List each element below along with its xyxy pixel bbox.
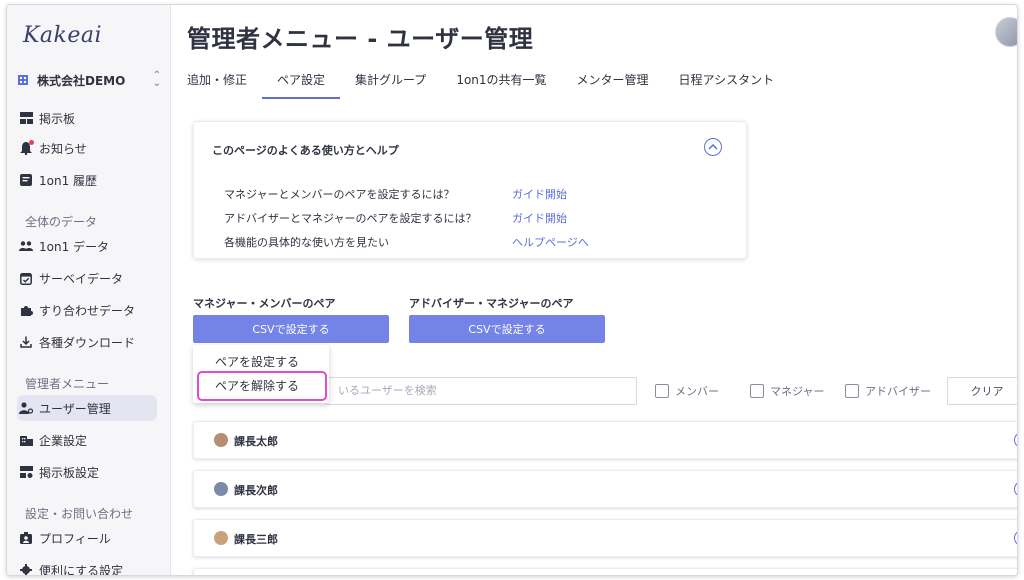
building-icon <box>17 74 29 86</box>
user-name: 課長次郎 <box>234 484 278 497</box>
help-question: アドバイザーとマネジャーのペアを設定するには？ <box>224 212 477 225</box>
profile-icon <box>19 531 33 545</box>
sidebar-item-convenient-settings[interactable]: 便利にする設定 <box>17 557 157 575</box>
section-admin-menu: 管理者メニュー <box>25 377 110 391</box>
user-row[interactable] <box>193 568 1017 575</box>
manager-member-csv-button[interactable]: CSVで設定する <box>193 315 389 343</box>
company-icon <box>19 433 33 447</box>
sidebar-item-board-settings[interactable]: 掲示板設定 <box>17 459 157 485</box>
download-icon <box>19 335 33 349</box>
filter-member-checkbox[interactable]: メンバー <box>655 383 719 399</box>
tab-1on1-sharing[interactable]: 1on1の共有一覧 <box>441 67 561 101</box>
section-settings-contact: 設定・お問い合わせ <box>25 507 134 521</box>
help-link-help-page[interactable]: ヘルプページへ <box>512 234 589 250</box>
people-icon <box>19 239 33 253</box>
help-card: このページのよくある使い方とヘルプ マネジャーとメンバーのペアを設定するには？ … <box>193 121 747 259</box>
avatar <box>214 531 228 545</box>
tab-add-edit[interactable]: 追加・修正 <box>187 67 262 101</box>
help-link-guide-start[interactable]: ガイド開始 <box>512 210 567 226</box>
company-name: 株式会社DEMO <box>37 73 126 88</box>
help-question: マネジャーとメンバーのペアを設定するには？ <box>224 188 455 201</box>
expand-icon[interactable] <box>1014 432 1017 448</box>
help-link-guide-start[interactable]: ガイド開始 <box>512 186 567 202</box>
puzzle-icon <box>19 303 33 317</box>
bell-icon <box>19 140 34 155</box>
user-name: 課長太郎 <box>234 435 278 448</box>
user-name: 課長三郎 <box>234 533 278 546</box>
tab-pair-settings[interactable]: ペア設定 <box>262 67 341 101</box>
expand-icon[interactable] <box>1014 481 1017 497</box>
user-row[interactable]: 課長太郎 <box>193 421 1017 459</box>
user-row[interactable]: 課長次郎 <box>193 470 1017 508</box>
sidebar-item-profile[interactable]: プロフィール <box>17 525 157 551</box>
sidebar-item-board[interactable]: 掲示板 <box>17 105 157 131</box>
sidebar-item-user-management[interactable]: ユーザー管理 <box>17 395 157 421</box>
help-title: このページのよくある使い方とヘルプ <box>212 144 399 157</box>
advisor-manager-csv-button[interactable]: CSVで設定する <box>409 315 605 343</box>
sidebar-item-1on1-data[interactable]: 1on1 データ <box>17 233 157 259</box>
filter-advisor-checkbox[interactable]: アドバイザー <box>845 383 931 399</box>
tab-aggregation-groups[interactable]: 集計グループ <box>340 67 441 101</box>
tab-schedule-assistant[interactable]: 日程アシスタント <box>664 67 790 101</box>
user-row[interactable]: 課長三郎 <box>193 519 1017 557</box>
app-window: Kakeai 株式会社DEMO ⌃ ⌄ 掲示板 お知らせ 1on1 履歴 全体のデ… <box>6 4 1018 576</box>
menu-item-set-pair[interactable]: ペアを設定する <box>215 353 299 370</box>
collapse-button[interactable] <box>704 138 722 156</box>
board-settings-icon <box>19 465 33 479</box>
settings-icon <box>19 563 33 575</box>
sidebar-item-company-settings[interactable]: 企業設定 <box>17 427 157 453</box>
section-all-data: 全体のデータ <box>25 215 98 229</box>
app-logo[interactable]: Kakeai <box>23 23 102 48</box>
tab-mentor-management[interactable]: メンター管理 <box>562 67 664 101</box>
sidebar-item-history[interactable]: 1on1 履歴 <box>17 167 157 193</box>
calendar-check-icon <box>19 271 33 285</box>
user-avatar[interactable] <box>995 17 1017 47</box>
highlight-box <box>197 371 327 401</box>
sidebar-item-alignment-data[interactable]: すり合わせデータ <box>17 297 157 323</box>
user-manage-icon <box>19 401 33 415</box>
updown-chevron-icon: ⌃ ⌄ <box>152 70 161 89</box>
filter-manager-checkbox[interactable]: マネジャー <box>750 383 824 399</box>
expand-icon[interactable] <box>1014 530 1017 546</box>
help-question: 各機能の具体的な使い方を見たい <box>224 236 389 249</box>
manager-member-pair-label: マネジャー・メンバーのペア <box>193 297 336 310</box>
avatar <box>214 433 228 447</box>
sidebar-item-news[interactable]: お知らせ <box>17 135 157 161</box>
sidebar: Kakeai 株式会社DEMO ⌃ ⌄ 掲示板 お知らせ 1on1 履歴 全体のデ… <box>7 5 171 575</box>
clear-button[interactable]: クリア <box>947 377 1017 405</box>
avatar <box>214 482 228 496</box>
sidebar-item-survey-data[interactable]: サーベイデータ <box>17 265 157 291</box>
user-search-input[interactable]: いるユーザーを検索 <box>325 377 637 405</box>
chevron-up-icon <box>708 144 718 150</box>
tab-bar: 追加・修正 ペア設定 集計グループ 1on1の共有一覧 メンター管理 日程アシス… <box>187 67 789 101</box>
advisor-manager-pair-label: アドバイザー・マネジャーのペア <box>409 297 574 310</box>
board-icon <box>19 111 33 125</box>
history-icon <box>19 173 33 187</box>
sidebar-item-downloads[interactable]: 各種ダウンロード <box>17 329 157 355</box>
page-title: 管理者メニュー - ユーザー管理 <box>187 25 534 53</box>
company-switcher[interactable]: 株式会社DEMO ⌃ ⌄ <box>17 69 161 91</box>
